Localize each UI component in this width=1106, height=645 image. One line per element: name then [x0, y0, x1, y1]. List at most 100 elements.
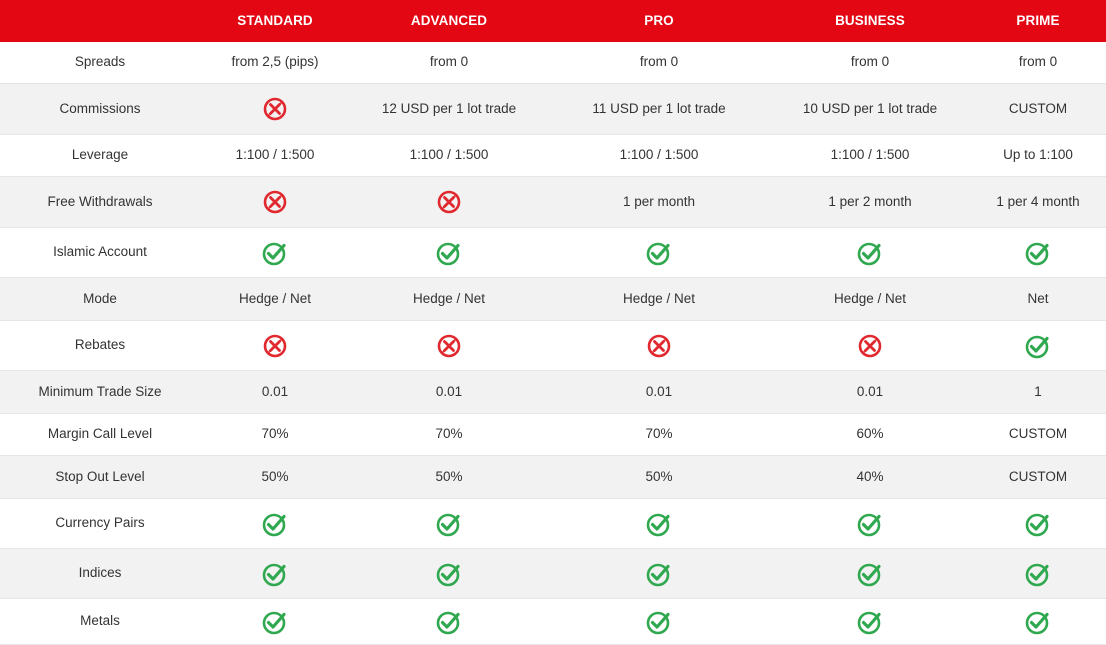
- table-cell: 11 USD per 1 lot trade: [592, 100, 726, 116]
- check-circle-icon: [262, 609, 288, 635]
- table-cell: [970, 561, 1106, 587]
- table-cell: 1:100 / 1:500: [409, 147, 489, 163]
- table-cell: [770, 561, 970, 587]
- table-row: Stop Out Level 50% 50% 50% 40% CUSTOM: [0, 456, 1106, 499]
- row-label: Stop Out Level: [55, 468, 145, 484]
- table-cell: 0.01: [261, 383, 289, 399]
- column-header-prime: PRIME: [1016, 12, 1060, 28]
- table-cell: from 0: [850, 54, 890, 70]
- check-circle-icon: [262, 240, 288, 266]
- table-cell: 70%: [645, 426, 673, 442]
- table-row: Mode Hedge / Net Hedge / Net Hedge / Net Hed…: [0, 278, 1106, 321]
- check-circle-icon: [1025, 511, 1051, 537]
- table-cell: 1:100 / 1:500: [619, 147, 699, 163]
- cross-circle-icon: [262, 333, 288, 359]
- check-circle-icon: [646, 609, 672, 635]
- table-cell: from 2,5 (pips): [231, 54, 319, 70]
- table-cell: [200, 96, 350, 122]
- table-cell: [350, 240, 548, 266]
- table-cell: 0.01: [435, 383, 463, 399]
- table-row: Margin Call Level 70% 70% 70% 60% CUSTOM: [0, 414, 1106, 456]
- table-row: Leverage 1:100 / 1:500 1:100 / 1:500 1:100 …: [0, 135, 1106, 177]
- row-label: Leverage: [71, 147, 129, 163]
- row-label: Commissions: [59, 100, 141, 116]
- table-cell: 1:100 / 1:500: [235, 147, 315, 163]
- row-label: Metals: [80, 613, 120, 629]
- table-cell: [200, 189, 350, 215]
- table-cell: [770, 240, 970, 266]
- check-circle-icon: [857, 561, 883, 587]
- table-cell: [970, 333, 1106, 359]
- check-circle-icon: [857, 240, 883, 266]
- table-cell: 50%: [261, 468, 289, 484]
- table-cell: 1:100 / 1:500: [830, 147, 910, 163]
- table-cell: [200, 240, 350, 266]
- column-header-advanced: ADVANCED: [410, 12, 488, 28]
- table-row: Islamic Account: [0, 228, 1106, 278]
- row-label: Minimum Trade Size: [38, 383, 162, 399]
- cross-circle-icon: [436, 333, 462, 359]
- table-cell: Net: [1027, 290, 1049, 306]
- cross-circle-icon: [646, 333, 672, 359]
- table-row: Commissions 12 USD per 1 lot trade 11 USD …: [0, 84, 1106, 135]
- check-circle-icon: [1025, 333, 1051, 359]
- table-header-row: STANDARD ADVANCED PRO BUSINESS PRIME: [0, 0, 1106, 42]
- table-cell: [770, 333, 970, 359]
- check-circle-icon: [646, 561, 672, 587]
- row-label: Indices: [78, 565, 122, 581]
- table-cell: [548, 609, 770, 635]
- table-cell: [350, 511, 548, 537]
- row-label: Rebates: [74, 337, 126, 353]
- table-cell: 1 per month: [622, 193, 696, 209]
- table-cell: 0.01: [645, 383, 673, 399]
- check-circle-icon: [857, 609, 883, 635]
- table-cell: [350, 333, 548, 359]
- check-circle-icon: [1025, 240, 1051, 266]
- row-label: Currency Pairs: [55, 515, 145, 531]
- check-circle-icon: [262, 511, 288, 537]
- table-row: Spreads from 2,5 (pips) from 0 from 0 from 0…: [0, 42, 1106, 84]
- table-cell: CUSTOM: [1008, 100, 1068, 116]
- table-cell: from 0: [429, 54, 469, 70]
- table-cell: [200, 333, 350, 359]
- table-cell: [200, 561, 350, 587]
- table-cell: [548, 333, 770, 359]
- table-cell: Hedge / Net: [412, 290, 486, 306]
- table-cell: 40%: [856, 468, 884, 484]
- table-cell: [970, 609, 1106, 635]
- table-cell: 70%: [261, 426, 289, 442]
- table-cell: 60%: [856, 426, 884, 442]
- table-cell: from 0: [1018, 54, 1058, 70]
- table-cell: [200, 609, 350, 635]
- cross-circle-icon: [262, 189, 288, 215]
- check-circle-icon: [436, 561, 462, 587]
- table-row: Currency Pairs: [0, 499, 1106, 549]
- table-body: Spreads from 2,5 (pips) from 0 from 0 from 0…: [0, 42, 1106, 645]
- table-row: Free Withdrawals 1 per month 1 per 2 month…: [0, 177, 1106, 228]
- column-header-pro: PRO: [644, 12, 674, 28]
- check-circle-icon: [262, 561, 288, 587]
- table-cell: Hedge / Net: [238, 290, 312, 306]
- cross-circle-icon: [436, 189, 462, 215]
- row-label: Spreads: [74, 54, 126, 70]
- check-circle-icon: [1025, 561, 1051, 587]
- column-header-business: BUSINESS: [835, 12, 905, 28]
- table-cell: [200, 511, 350, 537]
- table-row: Metals: [0, 599, 1106, 645]
- table-cell: 70%: [435, 426, 463, 442]
- column-header-standard: STANDARD: [237, 12, 313, 28]
- check-circle-icon: [646, 511, 672, 537]
- table-cell: 12 USD per 1 lot trade: [381, 100, 517, 116]
- table-cell: 0.01: [856, 383, 884, 399]
- table-cell: [548, 511, 770, 537]
- table-cell: Hedge / Net: [833, 290, 907, 306]
- table-cell: 1: [1034, 383, 1042, 399]
- table-cell: [970, 511, 1106, 537]
- table-cell: 50%: [435, 468, 463, 484]
- account-comparison-table: STANDARD ADVANCED PRO BUSINESS PRIME Spreads…: [0, 0, 1106, 645]
- table-cell: [350, 189, 548, 215]
- table-cell: [548, 240, 770, 266]
- table-cell: Up to 1:100: [1003, 147, 1073, 163]
- cross-circle-icon: [262, 96, 288, 122]
- check-circle-icon: [646, 240, 672, 266]
